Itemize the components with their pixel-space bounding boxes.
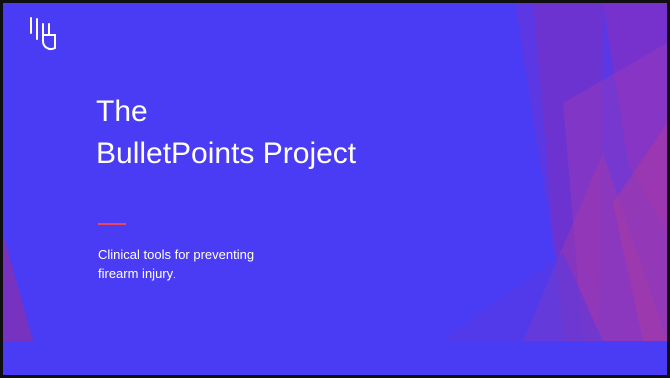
title-line-1: The bbox=[96, 95, 148, 128]
accent-divider bbox=[98, 223, 126, 225]
slide: The BulletPoints Project Clinical tools … bbox=[0, 0, 670, 378]
hand-logo-icon bbox=[30, 17, 56, 51]
slide-title: The BulletPoints Project bbox=[96, 91, 356, 175]
title-line-2: BulletPoints Project bbox=[96, 137, 357, 170]
subtitle-period: . bbox=[173, 270, 176, 280]
slide-subtitle: Clinical tools for preventing firearm in… bbox=[98, 245, 318, 285]
decorative-facets bbox=[3, 3, 667, 375]
subtitle-line-1: Clinical tools for preventing bbox=[98, 247, 255, 262]
subtitle-line-2: firearm injury bbox=[98, 266, 174, 281]
